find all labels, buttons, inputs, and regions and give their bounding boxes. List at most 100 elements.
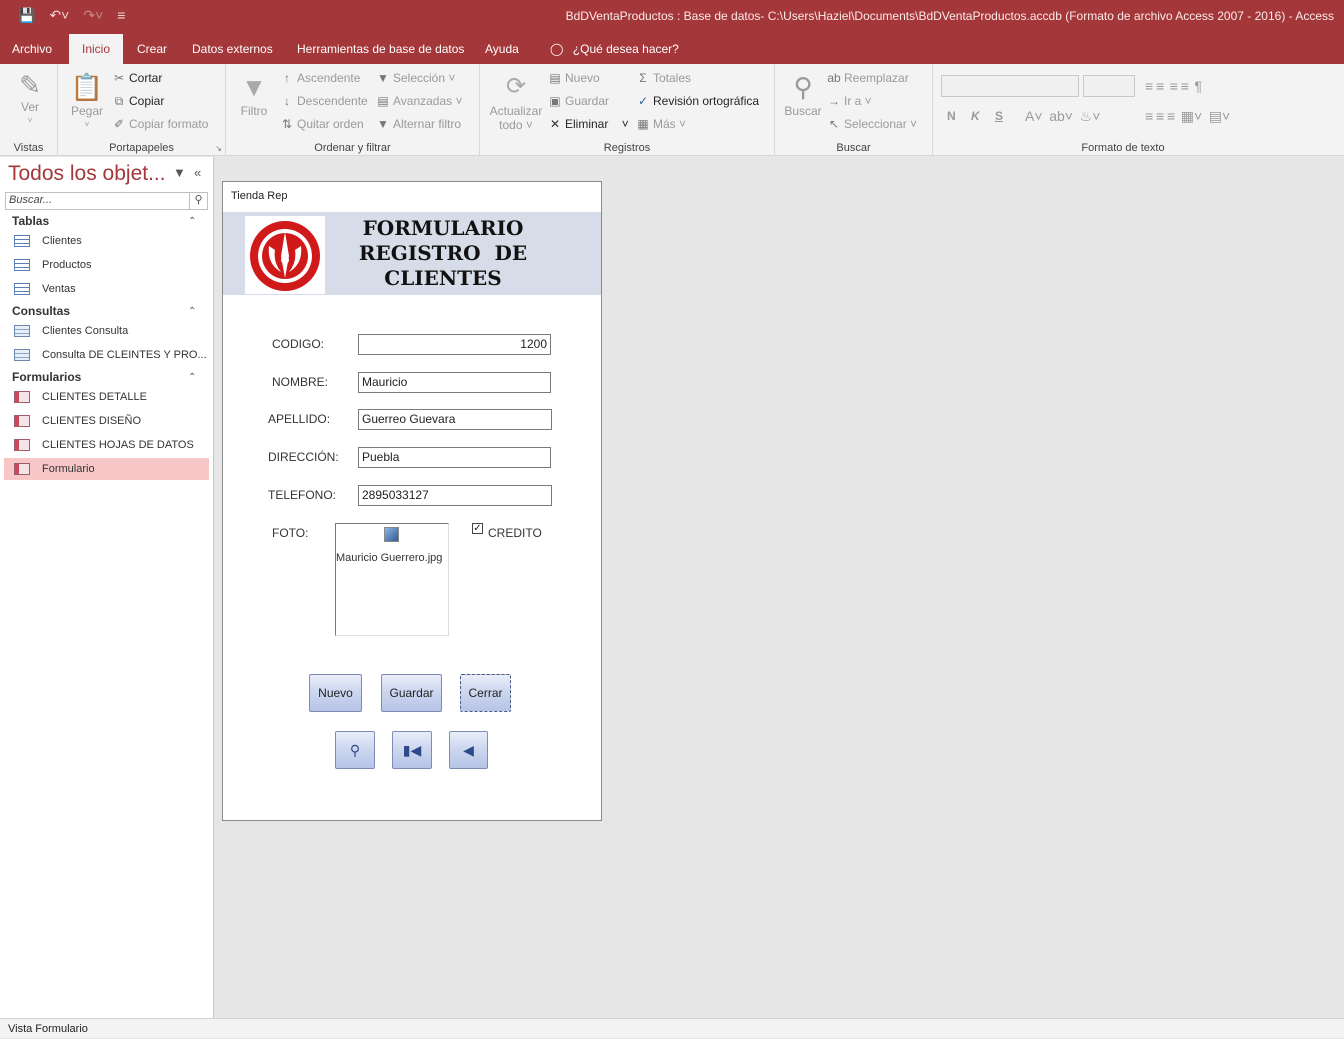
find-button[interactable]: ⚲ Buscar (781, 70, 825, 118)
jedi-logo (245, 216, 325, 294)
form-tab-title[interactable]: Tienda Rep (231, 190, 287, 202)
nav-item-clientes-hojas-datos[interactable]: CLIENTES HOJAS DE DATOS (4, 434, 209, 456)
copy-button[interactable]: ⧉ Copiar (112, 94, 165, 109)
underline-button[interactable]: S (995, 109, 1003, 123)
nav-title[interactable]: Todos los objet... (8, 162, 166, 186)
collapse-section-icon[interactable]: ⌃ (188, 306, 196, 317)
first-record-button[interactable]: ▮◀ (392, 731, 432, 769)
view-button[interactable]: ✎ Ver ˅ (10, 70, 50, 128)
customize-toolbar-icon[interactable]: ≡ (117, 7, 125, 24)
italic-button[interactable]: K (971, 109, 980, 123)
first-record-icon: ▮◀ (402, 742, 422, 758)
refresh-icon: ⟳ (505, 73, 527, 100)
collapse-section-icon[interactable]: ⌃ (188, 372, 196, 383)
font-name-select[interactable] (941, 75, 1079, 97)
spelling-button[interactable]: ✓ Revisión ortográfica (636, 94, 759, 108)
nav-item-clientes[interactable]: Clientes (4, 230, 209, 252)
bold-button[interactable]: N (947, 109, 956, 123)
cerrar-button[interactable]: Cerrar (460, 674, 511, 712)
totals-button[interactable]: Σ Totales (636, 71, 691, 85)
tab-inicio[interactable]: Inicio (69, 34, 123, 64)
save-icon[interactable]: 💾 (18, 7, 35, 24)
direccion-field[interactable]: Puebla (358, 447, 551, 468)
undo-icon[interactable]: ↶˅ (49, 7, 69, 24)
refresh-all-button[interactable]: ⟳ Actualizar todo ˅ (486, 70, 546, 132)
photo-attachment-field[interactable]: Mauricio Guerrero.jpg (335, 523, 449, 636)
select-button[interactable]: ↖ Seleccionar ˅ (827, 117, 917, 131)
format-painter-button[interactable]: ✐ Copiar formato (112, 117, 208, 131)
tab-crear[interactable]: Crear (125, 34, 179, 64)
codigo-field[interactable]: 1200 (358, 334, 551, 355)
navigation-pane: Todos los objet... ▼ « Buscar... ⚲ Tabla… (0, 157, 214, 1018)
sort-ascending-button[interactable]: ↑ Ascendente (280, 71, 360, 85)
save-record-button[interactable]: ▣ Guardar (548, 94, 609, 108)
tab-herramientas[interactable]: Herramientas de base de datos (285, 34, 476, 64)
selection-filter-button[interactable]: ▼ Selección ˅ (376, 71, 455, 85)
previous-record-icon: ◀ (463, 742, 474, 758)
nombre-field[interactable]: Mauricio (358, 372, 551, 393)
nuevo-button[interactable]: Nuevo (309, 674, 362, 712)
delete-record-button[interactable]: ✕ Eliminar ˅ (548, 117, 629, 131)
arrow-right-icon: → (828, 94, 840, 108)
status-bar: Vista Formulario (0, 1018, 1344, 1038)
form-icon (14, 391, 30, 403)
foto-label: FOTO: (272, 526, 309, 540)
save-record-icon: ▣ (549, 94, 561, 108)
clear-sort-button[interactable]: ⇅ Quitar orden (280, 117, 364, 131)
filter-button[interactable]: ▼ Filtro (234, 70, 274, 118)
nav-item-clientes-detalle[interactable]: CLIENTES DETALLE (4, 386, 209, 408)
magnifier-icon: ⚲ (793, 72, 813, 102)
paste-button[interactable]: 📋 Pegar ˅ (66, 70, 108, 132)
nav-item-clientes-consulta[interactable]: Clientes Consulta (4, 320, 209, 342)
more-button[interactable]: ▦ Más ˅ (636, 117, 686, 131)
tab-archivo[interactable]: Archivo (0, 34, 64, 64)
sort-descending-button[interactable]: ↓ Descendente (280, 94, 368, 108)
nav-item-productos[interactable]: Productos (4, 254, 209, 276)
ribbon: ✎ Ver ˅ Vistas 📋 Pegar ˅ ✂ Cortar ⧉ Copiar… (0, 64, 1344, 156)
replace-button[interactable]: ab Reemplazar (827, 71, 908, 85)
sort-descending-icon: ↓ (284, 94, 290, 108)
new-record-button[interactable]: ▤ Nuevo (548, 71, 599, 85)
nav-item-ventas[interactable]: Ventas (4, 278, 209, 300)
nav-item-clientes-diseno[interactable]: CLIENTES DISEÑO (4, 410, 209, 432)
align-icon[interactable]: ≡ ≡ ≡ ▦˅ ▤˅ (1145, 108, 1230, 125)
section-tablas[interactable]: Tablas (12, 214, 49, 228)
telefono-field[interactable]: 2895033127 (358, 485, 552, 506)
advanced-filter-button[interactable]: ▤ Avanzadas ˅ (376, 94, 462, 108)
goto-button[interactable]: → Ir a ˅ (827, 94, 872, 108)
collapse-pane-icon[interactable]: « (194, 165, 201, 180)
nav-search-input[interactable]: Buscar... ⚲ (5, 192, 208, 210)
bullets-icon[interactable]: ≡ ≡ ≡ ≡ ¶ (1145, 78, 1202, 94)
form-icon (14, 415, 30, 427)
toggle-filter-icon: ▼ (377, 117, 389, 131)
form-icon (14, 439, 30, 451)
apellido-field[interactable]: Guerreo Guevara (358, 409, 552, 430)
ribbon-tabs: Archivo Inicio Crear Datos externos Herr… (0, 34, 1344, 64)
table-icon (14, 235, 30, 247)
view-icon: ✎ (19, 70, 41, 100)
font-size-select[interactable] (1083, 75, 1135, 97)
nav-menu-icon[interactable]: ▼ (173, 165, 186, 180)
nav-item-formulario[interactable]: Formulario (4, 458, 209, 480)
toggle-filter-button[interactable]: ▼ Alternar filtro (376, 117, 461, 131)
find-record-button[interactable]: ⚲ (335, 731, 375, 769)
tab-ayuda[interactable]: Ayuda (473, 34, 531, 64)
cursor-icon: ↖ (828, 117, 840, 131)
cut-button[interactable]: ✂ Cortar (112, 71, 162, 85)
section-consultas[interactable]: Consultas (12, 304, 70, 318)
previous-record-button[interactable]: ◀ (449, 731, 488, 769)
redo-icon[interactable]: ↷˅ (83, 7, 103, 24)
font-color-icon[interactable]: A˅ ab˅ ♨˅ (1025, 108, 1100, 125)
replace-icon: ab (827, 71, 841, 85)
table-icon (14, 259, 30, 271)
section-formularios[interactable]: Formularios (12, 370, 81, 384)
dialog-launcher-icon[interactable]: ↘ (215, 144, 222, 153)
nav-item-consulta-clientes-productos[interactable]: Consulta DE CLEINTES Y PRO... (4, 344, 209, 366)
title-bar: 💾 ↶˅ ↷˅ ≡ BdDVentaProductos : Base de da… (0, 0, 1344, 34)
collapse-section-icon[interactable]: ⌃ (188, 216, 196, 227)
search-icon[interactable]: ⚲ (189, 193, 207, 209)
credito-checkbox[interactable]: ✓ (472, 523, 483, 534)
tell-me-box[interactable]: ◯ ¿Qué desea hacer? (538, 34, 691, 64)
guardar-button[interactable]: Guardar (381, 674, 442, 712)
tab-datos-externos[interactable]: Datos externos (180, 34, 285, 64)
